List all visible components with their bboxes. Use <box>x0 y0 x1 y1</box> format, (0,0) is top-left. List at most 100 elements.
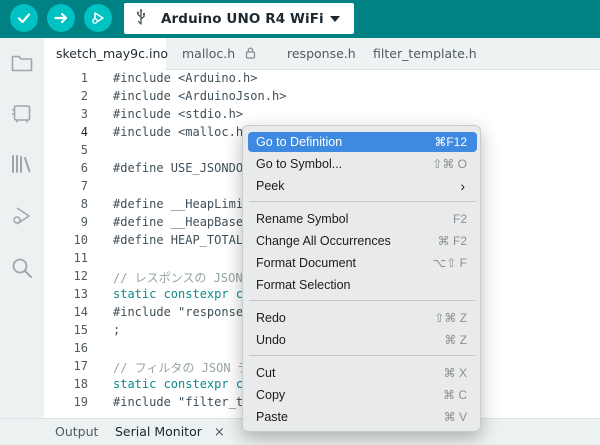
line-number: 13 <box>73 287 88 302</box>
menu-item-format-document[interactable]: Format Document ⌥⇧ F <box>248 253 477 273</box>
tab-sketch[interactable]: sketch_may9c.ino <box>44 38 169 70</box>
tab-filter-template[interactable]: filter_template.h <box>373 38 493 70</box>
menu-item-label: Format Document <box>256 256 357 270</box>
code-line: #define HEAP_TOTAL <box>113 232 244 247</box>
line-number: 18 <box>73 377 88 392</box>
menu-item-cut[interactable]: Cut ⌘ X <box>248 363 477 383</box>
close-icon[interactable]: × <box>214 425 225 440</box>
tab-label: Output <box>55 424 99 439</box>
menu-item-label: Redo <box>256 311 286 325</box>
menu-separator <box>249 355 476 356</box>
menu-item-label: Go to Definition <box>256 135 343 149</box>
menu-item-shortcut: ⌘F12 <box>434 135 467 149</box>
menu-item-shortcut: ⇧⌘ Z <box>434 311 467 325</box>
menu-item-label: Go to Symbol... <box>256 157 343 171</box>
line-number: 7 <box>80 178 88 193</box>
menu-item-label: Copy <box>256 388 286 402</box>
board-selector[interactable]: Arduino UNO R4 WiFi <box>124 3 354 34</box>
debug-button[interactable] <box>84 4 112 32</box>
menu-item-shortcut: ⌘ F2 <box>437 234 467 248</box>
line-number: 2 <box>80 88 88 103</box>
checkmark-icon <box>17 13 31 24</box>
search-icon[interactable] <box>10 256 34 280</box>
top-toolbar: Arduino UNO R4 WiFi <box>0 0 600 38</box>
line-number: 6 <box>80 160 88 175</box>
verify-button[interactable] <box>10 4 38 32</box>
tab-label: filter_template.h <box>373 46 477 61</box>
menu-item-paste[interactable]: Paste ⌘ V <box>248 407 477 427</box>
tab-malloc[interactable]: malloc.h <box>182 38 282 70</box>
line-number: 14 <box>73 305 88 320</box>
line-number: 3 <box>80 106 88 121</box>
tab-output[interactable]: Output <box>55 419 98 445</box>
line-number: 10 <box>73 232 88 247</box>
code-line: #include "response <box>113 305 244 320</box>
menu-item-undo[interactable]: Undo ⌘ Z <box>248 330 477 350</box>
left-sidebar <box>0 38 44 445</box>
menu-item-label: Rename Symbol <box>256 212 349 226</box>
code-line: static constexpr c <box>113 287 244 302</box>
library-icon[interactable] <box>10 152 34 176</box>
line-number: 9 <box>80 214 88 229</box>
line-number: 15 <box>73 323 88 338</box>
menu-item-label: Change All Occurrences <box>256 234 391 248</box>
code-line: #define USE_JSONDO <box>113 160 244 175</box>
code-line: #include <ArduinoJson.h> <box>113 88 287 103</box>
line-number: 11 <box>73 251 88 265</box>
arrow-right-icon <box>54 12 68 24</box>
code-line: #define __HeapLimi <box>113 196 244 211</box>
chevron-down-icon <box>330 16 340 22</box>
tab-response[interactable]: response.h <box>287 38 367 70</box>
code-line: // レスポンスの JSON <box>113 271 243 286</box>
menu-item-label: Paste <box>256 410 288 424</box>
folder-icon[interactable] <box>10 51 34 75</box>
line-number: 19 <box>73 395 88 410</box>
code-line: #include <Arduino.h> <box>113 70 258 85</box>
menu-item-label: Cut <box>256 366 276 380</box>
tab-label: response.h <box>287 46 356 61</box>
menu-separator <box>249 201 476 202</box>
menu-item-shortcut: ⌥⇧ F <box>432 256 467 270</box>
menu-item-format-selection[interactable]: Format Selection <box>248 275 477 295</box>
editor-tabs: sketch_may9c.ino malloc.h response.h fil… <box>44 38 600 70</box>
debugger-icon <box>92 12 104 24</box>
line-number: 5 <box>80 142 88 157</box>
tab-label: Serial Monitor <box>115 424 202 439</box>
tab-serial-monitor[interactable]: Serial Monitor × <box>115 419 225 445</box>
menu-item-peek[interactable]: Peek › <box>248 176 477 196</box>
line-number: 4 <box>80 124 88 139</box>
context-menu: Go to Definition ⌘F12 Go to Symbol... ⇧⌘… <box>242 125 481 432</box>
line-number: 17 <box>73 359 88 374</box>
menu-separator <box>249 300 476 301</box>
lock-icon <box>245 38 256 70</box>
menu-item-shortcut: ⌘ Z <box>444 333 467 347</box>
menu-item-rename-symbol[interactable]: Rename Symbol F2 <box>248 209 477 229</box>
line-number: 8 <box>80 196 88 211</box>
menu-item-label: Format Selection <box>256 278 351 292</box>
menu-item-shortcut: ⇧⌘ O <box>432 157 467 171</box>
line-number: 1 <box>80 70 88 85</box>
code-line: static constexpr c <box>113 377 244 392</box>
usb-icon <box>135 9 147 28</box>
menu-item-redo[interactable]: Redo ⇧⌘ Z <box>248 308 477 328</box>
debug-icon[interactable] <box>10 204 34 228</box>
code-line: // フィルタの JSON テ <box>113 361 250 376</box>
line-number: 16 <box>73 341 88 356</box>
upload-button[interactable] <box>47 4 75 32</box>
menu-item-go-to-definition[interactable]: Go to Definition ⌘F12 <box>248 132 477 152</box>
code-line: #include "filter_t <box>113 395 244 410</box>
chevron-right-icon: › <box>460 178 465 194</box>
code-line: ; <box>113 323 121 338</box>
code-line: #include <malloc.h <box>113 124 244 139</box>
menu-item-go-to-symbol[interactable]: Go to Symbol... ⇧⌘ O <box>248 154 477 174</box>
menu-item-shortcut: F2 <box>452 212 467 226</box>
menu-item-change-all-occurrences[interactable]: Change All Occurrences ⌘ F2 <box>248 231 477 251</box>
tab-label: sketch_may9c.ino <box>56 46 169 61</box>
menu-item-copy[interactable]: Copy ⌘ C <box>248 385 477 405</box>
code-line: #define __HeapBase <box>113 214 244 229</box>
menu-item-shortcut: ⌘ X <box>443 366 467 380</box>
board-manager-icon[interactable] <box>10 101 34 125</box>
code-line: #include <stdio.h> <box>113 106 244 121</box>
menu-item-label: Peek <box>256 179 285 193</box>
menu-item-shortcut: ⌘ V <box>443 410 467 424</box>
